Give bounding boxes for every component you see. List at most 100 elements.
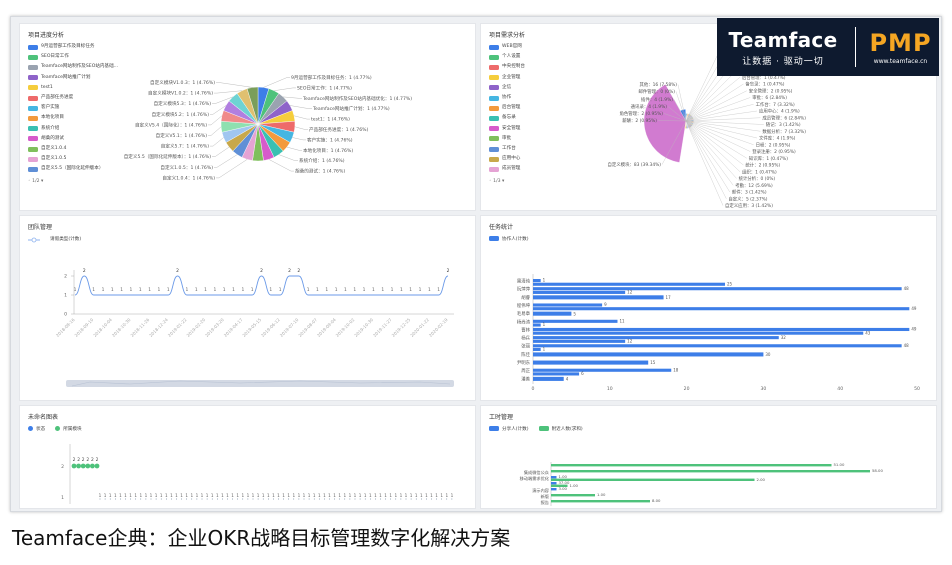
data-label: 1 [323,493,326,498]
x-tick-label: 50 [914,386,920,392]
data-label: 2 [176,268,179,274]
label-line [685,120,754,145]
data-label: 32 [781,335,787,340]
data-label: 1 [92,287,95,293]
data-label: 1 [216,493,219,498]
data-label: 1 [338,493,341,498]
pie-label: 应用中心：4 (1.9%) [759,108,800,115]
unnamed-scatter-chart: 212 2 2 2 2 21 1 1 1 1 1 1 1 1 1 1 1 1 1 1 1 1 1 1 1 1 1 1 1 1 1 1 1 1 1 1 1… [61,444,454,504]
data-label: 1.00 [559,474,568,479]
data-label: 1 [307,287,310,293]
pie-label: 邮件管理：0 (0%) [638,88,675,95]
y-tick-label: 1 [64,293,67,299]
data-label: 1 [372,287,375,293]
data-label: 1 [204,287,207,293]
label-line [294,126,308,130]
data-label: 1 [359,493,362,498]
data-label: 2 [86,457,89,463]
data-label: 1 [206,493,209,498]
data-label: 37.00 [559,480,570,485]
pie-label: SEO日常工作：1 (4.77%) [297,84,352,91]
data-label: 25 [727,281,733,286]
label-line [263,77,290,88]
label-line [210,137,224,147]
data-label: 1 [374,493,377,498]
panel-unnamed-chart: 未命名图表 状态 所属模块 212222221111111111111111111… [19,405,476,509]
y-tick-label: 杨兵 [521,335,530,342]
label-line [685,120,747,159]
label-line [294,115,310,120]
label-line [286,146,302,151]
data-label: 1 [363,287,366,293]
data-label: 30 [765,352,771,357]
brand-name: Teamface [728,27,838,52]
bar [533,360,649,365]
data-label: 1.00 [597,492,606,497]
data-label: 1 [119,493,122,498]
data-label: 1 [175,493,178,498]
data-label: 1 [384,493,387,498]
data-label: 2 [288,268,291,274]
bar [533,336,779,340]
data-label: 1 [543,278,546,283]
bar [551,494,595,497]
label-line [208,115,223,126]
y-tick-label: 胡睿 [521,294,530,301]
progress-pie-chart: 9月运营部工作及目标任务：1 (4.77%) SEO日常工作：1 (4.77%) T… [124,74,413,181]
data-label: 1 [353,287,356,293]
pie-label: 安全管理：2 (0.95%) [749,87,793,94]
y-tick-label: 尹明东 [517,359,531,366]
y-tick-label: 阮萍萍 [517,286,531,293]
data-label: 1 [262,493,265,498]
pie-label: 工作台：7 (3.32%) [756,101,795,108]
data-label: 1 [223,287,226,293]
data-label: 5 [573,311,576,316]
label-line [685,83,744,122]
label-line [214,154,238,168]
bar [533,311,572,316]
data-label: 1 [130,287,133,293]
data-label: 1 [160,493,163,498]
data-label: 2 [73,457,76,463]
data-label: 3.00 [559,486,568,491]
y-tick-label: 2 [64,274,67,280]
label-line [214,90,242,94]
data-label: 1 [379,493,382,498]
x-tick-label: 0 [532,386,535,392]
data-label: 8.00 [652,498,661,503]
y-tick-label: 报告 [541,499,549,506]
pie-label: 自定义模块：83 (39.34%) [608,161,662,168]
data-label: 1 [211,493,214,498]
y-tick-label: 0 [64,312,67,318]
data-label: 1 [308,493,311,498]
pie-label: 胡桑的测试：1 (4.76%) [295,168,345,175]
pie-label: 随记：3 (1.42%) [766,121,801,128]
data-label: 1 [543,347,546,352]
data-label: 1 [272,493,275,498]
label-line [278,154,298,161]
data-label: 17 [666,295,672,300]
x-tick-label: 40 [837,386,843,392]
pie-label: 审批：6 (2.84%) [752,94,787,101]
pie-label: 客户实施：1 (4.76%) [307,136,353,143]
y-tick-label: 陈佳 [521,351,530,358]
data-label: 1 [419,287,422,293]
data-label: 43 [865,330,871,335]
data-label: 18 [673,367,679,372]
bar [533,307,910,311]
pie-label: Teamface网站制作及SEO站内基础优化：1 (4.77%) [302,95,412,102]
data-label: 1 [325,287,328,293]
bar [533,376,564,381]
y-tick-label: 新版 [541,493,550,500]
brand-divider [855,27,856,67]
data-label: 1 [316,287,319,293]
pie-label: 角色管理：2 (0.95%) [619,110,663,117]
brand-url: www.teamface.cn [873,58,928,65]
bar [551,500,650,503]
data-label: 2 [83,268,86,274]
page-caption: Teamface企典：企业OKR战略目标管理数字化解决方案 [12,526,511,550]
data-label: 1 [257,493,260,498]
pie-label: 自定义V5.4（国际化）：1 (4.76%) [135,121,207,128]
data-label: 1 [213,287,216,293]
data-label: 1 [437,287,440,293]
